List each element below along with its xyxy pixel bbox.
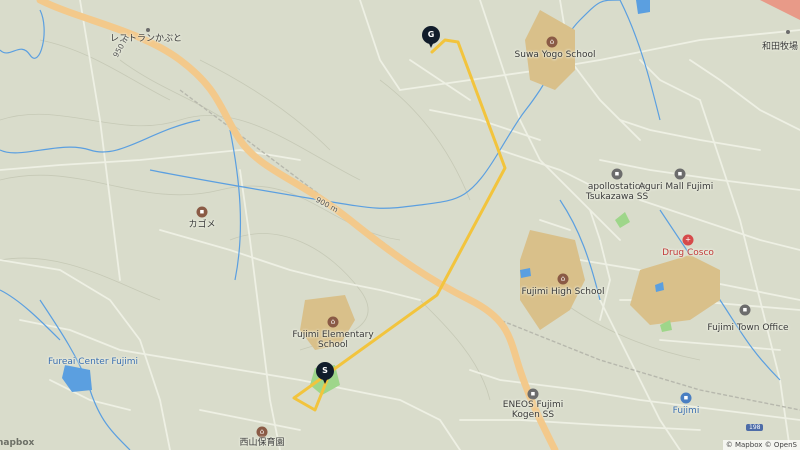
mapbox-logo[interactable]: mapbox — [0, 438, 34, 448]
school-icon: ⌂ — [256, 426, 268, 438]
fuel-icon: ▪ — [611, 168, 623, 180]
route-number-badge: 198 — [746, 424, 764, 431]
shop-icon: ▪ — [674, 168, 686, 180]
wadabokujo-label: 和田牧場 — [762, 42, 799, 52]
map-attribution[interactable]: © Mapbox © OpenS — [722, 440, 800, 450]
kagome-label: カゴメ — [188, 220, 216, 230]
eneos-label: ENEOS Fujimi Kogen SS — [502, 400, 564, 421]
top-pond — [636, 0, 650, 14]
drug-cosco-label: Drug Cosco — [662, 248, 714, 258]
goal-marker-pin-tip — [427, 39, 435, 48]
start-marker[interactable]: S — [316, 362, 334, 386]
factory-icon: ▪ — [196, 206, 208, 218]
fujimi-station-label: Fujimi — [672, 406, 700, 416]
pharmacy-icon: + — [682, 234, 694, 246]
goal-marker[interactable]: G — [422, 26, 440, 50]
map-canvas[interactable]: レストランかぶと ▪ カゴメ ⌂ Suwa Yogo School ▪ apol… — [0, 0, 800, 450]
school-icon: ⌂ — [546, 36, 558, 48]
farm-dot-icon — [786, 30, 790, 34]
start-marker-pin-tip — [321, 375, 329, 384]
map-base-layer — [0, 0, 800, 450]
fujimi-high-label: Fujimi High School — [521, 287, 605, 297]
fujimi-elementary-label: Fujimi Elementary School — [292, 330, 374, 351]
fujimi-town-office-label: Fujimi Town Office — [707, 323, 789, 333]
fureai-center-label: Fureai Center Fujimi — [47, 357, 139, 367]
fuel-icon: ▪ — [527, 388, 539, 400]
suwa-yogo-label: Suwa Yogo School — [514, 50, 596, 60]
train-station-icon: ▪ — [680, 392, 692, 404]
school-icon: ⌂ — [557, 273, 569, 285]
government-icon: ▪ — [739, 304, 751, 316]
aguri-mall-label: Aguri Mall Fujimi — [638, 182, 714, 192]
nishiyama-label: 西山保育園 — [239, 438, 285, 448]
restaurant-dot-icon — [146, 28, 150, 32]
school-icon: ⌂ — [327, 316, 339, 328]
